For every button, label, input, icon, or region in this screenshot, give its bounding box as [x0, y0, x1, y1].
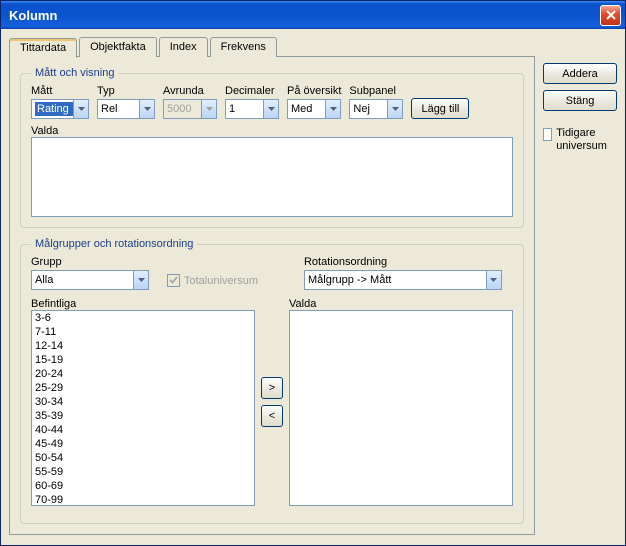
listbox-valda-1[interactable] — [31, 137, 513, 217]
tab-objektfakta[interactable]: Objektfakta — [79, 37, 157, 57]
combo-rotation[interactable]: Målgrupp -> Mått — [304, 270, 502, 290]
combo-oversikt-value: Med — [291, 103, 325, 115]
side-column: Addera Stäng Tidigare universum — [543, 37, 617, 535]
chevron-down-icon[interactable] — [139, 100, 154, 118]
legend-malgrupper: Målgrupper och rotationsordning — [31, 238, 197, 250]
chevron-down-icon[interactable] — [325, 100, 340, 118]
label-avrunda: Avrunda — [163, 85, 217, 97]
addera-button[interactable]: Addera — [543, 63, 617, 84]
list-item[interactable]: 3-6 — [32, 311, 254, 325]
tab-panel: Mått och visning Mått Rating Typ — [9, 56, 535, 535]
list-item[interactable]: 25-29 — [32, 381, 254, 395]
list-item[interactable]: 45-49 — [32, 437, 254, 451]
list-item[interactable]: 50-54 — [32, 451, 254, 465]
stang-button[interactable]: Stäng — [543, 90, 617, 111]
combo-oversikt[interactable]: Med — [287, 99, 341, 119]
label-rotation: Rotationsordning — [304, 256, 502, 268]
window: Kolumn Tittardata Objektfakta Index Frek… — [0, 0, 626, 546]
list-item[interactable]: 30-34 — [32, 395, 254, 409]
label-valda-2: Valda — [289, 298, 513, 310]
label-valda-1: Valda — [31, 125, 513, 137]
label-totaluniversum: Totaluniversum — [184, 275, 258, 287]
combo-decimaler-value: 1 — [229, 103, 263, 115]
tab-bar: Tittardata Objektfakta Index Frekvens — [9, 37, 535, 57]
chevron-down-icon[interactable] — [387, 100, 402, 118]
client-area: Tittardata Objektfakta Index Frekvens Må… — [1, 29, 625, 545]
close-button[interactable] — [600, 5, 621, 26]
chevron-down-icon[interactable] — [263, 100, 278, 118]
label-befintliga: Befintliga — [31, 298, 255, 310]
combo-typ-value: Rel — [101, 103, 139, 115]
combo-matt[interactable]: Rating — [31, 99, 89, 119]
listbox-befintliga[interactable]: 3-67-1112-1415-1920-2425-2930-3435-3940-… — [31, 310, 255, 506]
label-oversikt: På översikt — [287, 85, 341, 97]
list-item[interactable]: 12-14 — [32, 339, 254, 353]
label-decimaler: Decimaler — [225, 85, 279, 97]
window-title: Kolumn — [9, 8, 57, 23]
combo-decimaler[interactable]: 1 — [225, 99, 279, 119]
tab-index[interactable]: Index — [159, 37, 208, 57]
combo-matt-value: Rating — [35, 102, 73, 116]
listbox-valda-2[interactable] — [289, 310, 513, 506]
chevron-down-icon[interactable] — [486, 271, 501, 289]
combo-rotation-value: Målgrupp -> Mått — [308, 274, 486, 286]
combo-typ[interactable]: Rel — [97, 99, 155, 119]
move-left-button[interactable]: < — [261, 405, 283, 427]
list-item[interactable]: 15-19 — [32, 353, 254, 367]
combo-subpanel-value: Nej — [353, 103, 387, 115]
combo-avrunda-value: 5000 — [167, 103, 201, 115]
checkbox-totaluniversum — [167, 274, 180, 287]
list-item[interactable]: 20-24 — [32, 367, 254, 381]
laggtill-button[interactable]: Lägg till — [411, 98, 469, 119]
list-item[interactable]: 70-99 — [32, 493, 254, 506]
fieldset-malgrupper: Målgrupper och rotationsordning Grupp Al… — [20, 238, 524, 524]
list-item[interactable]: 40-44 — [32, 423, 254, 437]
label-grupp: Grupp — [31, 256, 149, 268]
label-matt: Mått — [31, 85, 89, 97]
chevron-down-icon[interactable] — [133, 271, 148, 289]
checkbox-tidigare[interactable] — [543, 128, 552, 141]
fieldset-matt: Mått och visning Mått Rating Typ — [20, 67, 524, 228]
chevron-down-icon — [201, 100, 216, 118]
tab-tittardata[interactable]: Tittardata — [9, 38, 77, 58]
list-item[interactable]: 55-59 — [32, 465, 254, 479]
titlebar: Kolumn — [1, 1, 625, 29]
chevron-down-icon[interactable] — [73, 100, 88, 118]
label-subpanel: Subpanel — [349, 85, 403, 97]
list-item[interactable]: 60-69 — [32, 479, 254, 493]
list-item[interactable]: 35-39 — [32, 409, 254, 423]
label-tidigare: Tidigare universum — [556, 127, 617, 153]
combo-subpanel[interactable]: Nej — [349, 99, 403, 119]
combo-grupp-value: Alla — [35, 274, 133, 286]
combo-grupp[interactable]: Alla — [31, 270, 149, 290]
combo-avrunda: 5000 — [163, 99, 217, 119]
tab-frekvens[interactable]: Frekvens — [210, 37, 277, 57]
label-typ: Typ — [97, 85, 155, 97]
list-item[interactable]: 7-11 — [32, 325, 254, 339]
move-right-button[interactable]: > — [261, 377, 283, 399]
legend-matt: Mått och visning — [31, 67, 118, 79]
